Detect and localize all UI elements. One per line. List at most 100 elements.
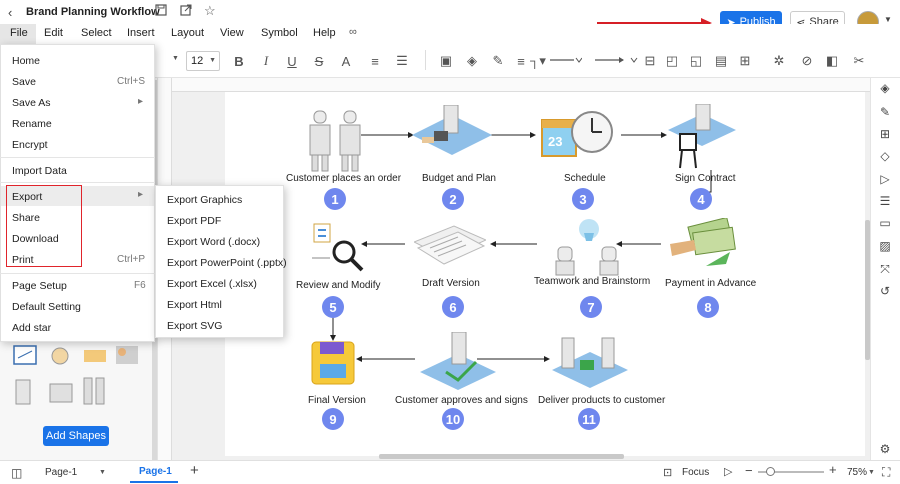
menu-divider (0, 157, 155, 158)
menu-layout[interactable]: Layout (171, 27, 204, 39)
menu-select[interactable]: Select (81, 27, 112, 39)
menu-divider (0, 182, 155, 183)
menu-edit[interactable]: Edit (44, 27, 63, 39)
play-icon[interactable]: ▷ (724, 465, 732, 478)
menu-view[interactable]: View (220, 27, 244, 39)
approval-illustration (420, 332, 496, 390)
grid-icon[interactable]: ⊞ (878, 127, 892, 141)
add-shapes-button[interactable]: Add Shapes (43, 426, 109, 446)
divider (425, 50, 426, 70)
line-color-icon[interactable]: ✎ (489, 52, 507, 70)
calendar-day: 23 (548, 134, 563, 149)
chevron-down-icon[interactable]: ▼ (172, 55, 179, 62)
group-icon[interactable]: ▤ (712, 52, 730, 70)
chevron-down-icon[interactable]: ▼ (868, 469, 875, 476)
step-label-10[interactable]: Customer approves and signs (395, 395, 528, 406)
fullscreen-icon[interactable]: ⛶ (882, 465, 890, 480)
step-label-3[interactable]: Schedule (564, 173, 606, 184)
export-word[interactable]: Export Word (.docx) (167, 236, 260, 248)
step-number-7: 7 (580, 296, 602, 318)
export-doc-icon[interactable] (180, 4, 192, 19)
underline-icon[interactable]: U (283, 52, 301, 70)
file-menu-rename[interactable]: Rename (12, 118, 52, 130)
export-graphics[interactable]: Export Graphics (167, 194, 242, 206)
file-menu-save-as[interactable]: Save As (12, 97, 51, 109)
image-icon[interactable]: ▨ (878, 239, 892, 253)
export-excel[interactable]: Export Excel (.xlsx) (167, 278, 257, 290)
bold-icon[interactable]: B (230, 52, 248, 70)
export-svg[interactable]: Export SVG (167, 320, 222, 332)
protect-icon[interactable]: ◧ (823, 52, 841, 70)
distribute-icon[interactable]: ⊞ (736, 52, 754, 70)
menu-insert[interactable]: Insert (127, 27, 155, 39)
save-shortcut: Ctrl+S (117, 76, 146, 87)
strikethrough-icon[interactable]: S (310, 52, 328, 70)
focus-icon[interactable]: ⊡ (663, 466, 672, 479)
export-html[interactable]: Export Html (167, 299, 222, 311)
step-label-1[interactable]: Customer places an order (286, 173, 401, 184)
menu-help[interactable]: Help (313, 27, 336, 39)
file-menu-home[interactable]: Home (12, 55, 40, 67)
fill-color-icon[interactable]: ◈ (463, 52, 481, 70)
document-title[interactable]: Brand Planning Workflow (26, 6, 160, 18)
line-dash-select[interactable] (548, 52, 583, 68)
chevron-down-icon[interactable]: ▼ (99, 469, 106, 476)
text-style-icon[interactable]: A (337, 52, 355, 70)
page-tab[interactable]: Page-1 (139, 466, 172, 477)
menu-file[interactable]: File (10, 27, 28, 39)
font-size-select[interactable]: 12 ▼ (186, 51, 220, 71)
export-pdf[interactable]: Export PDF (167, 215, 221, 227)
budget-plan-illustration (412, 105, 492, 155)
arrow-style-select[interactable] (593, 52, 639, 68)
style-icon[interactable]: ✎ (878, 105, 892, 119)
italic-icon[interactable]: I (257, 52, 275, 70)
binoculars-icon[interactable]: ∞ (349, 26, 357, 38)
chevron-down-icon[interactable]: ▼ (884, 15, 892, 24)
file-menu-default-setting[interactable]: Default Setting (12, 301, 81, 313)
focus-label[interactable]: Focus (682, 467, 709, 478)
star-icon[interactable]: ☆ (204, 3, 216, 19)
zoom-out-icon[interactable]: − (745, 463, 753, 478)
presentation-icon[interactable]: ▷ (878, 172, 892, 186)
zoom-level[interactable]: 75% (847, 467, 867, 478)
settings-icon[interactable]: ⚙ (878, 442, 892, 456)
step-label-9[interactable]: Final Version (308, 395, 366, 406)
text-box-icon[interactable]: ▣ (437, 52, 455, 70)
step-label-11[interactable]: Deliver products to customer (538, 395, 665, 406)
save-icon[interactable] (155, 4, 167, 19)
customer-order-illustration (309, 110, 361, 172)
file-menu-save[interactable]: Save (12, 76, 36, 88)
file-menu-page-setup[interactable]: Page Setup (12, 280, 67, 292)
menu-symbol[interactable]: Symbol (261, 27, 298, 39)
zoom-in-icon[interactable]: + (829, 462, 837, 477)
chevron-right-icon: ▸ (138, 96, 144, 107)
send-back-icon[interactable]: ◱ (687, 52, 705, 70)
page-icon[interactable]: ▭ (878, 216, 892, 230)
file-menu-encrypt[interactable]: Encrypt (12, 139, 48, 151)
file-menu-add-star[interactable]: Add star (12, 322, 51, 334)
highlight-box (6, 185, 82, 267)
lock-icon[interactable]: ⊘ (798, 52, 816, 70)
brainstorm-illustration (555, 219, 619, 276)
chevron-down-icon: ▼ (209, 57, 216, 64)
text-wrap-icon[interactable]: ≡ (366, 52, 384, 70)
title-bar: ‹ Brand Planning Workflow ☆ ➤ Publish ⋖ … (0, 0, 900, 33)
layers-icon[interactable]: ◇ (878, 149, 892, 163)
export-powerpoint[interactable]: Export PowerPoint (.pptx) (167, 257, 287, 269)
step-number-11: 11 (578, 408, 600, 430)
page-selector[interactable]: Page-1 (45, 467, 77, 478)
sign-contract-illustration (668, 104, 736, 169)
file-menu-import-data[interactable]: Import Data (12, 165, 67, 177)
tools-icon[interactable]: ✂ (850, 52, 868, 70)
zoom-slider-handle[interactable] (766, 467, 775, 476)
step-label-2[interactable]: Budget and Plan (422, 173, 496, 184)
align-icon[interactable]: ☰ (393, 52, 411, 70)
step-number-6: 6 (442, 296, 464, 318)
page-panel-icon[interactable]: ◫ (11, 466, 22, 480)
bring-front-icon[interactable]: ◰ (663, 52, 681, 70)
align-objects-icon[interactable]: ⊟ (641, 52, 659, 70)
step-label-4[interactable]: Sign Contract (675, 173, 736, 184)
back-icon[interactable]: ‹ (8, 5, 12, 20)
format-painter-icon[interactable]: ✲ (770, 52, 788, 70)
add-page-icon[interactable]: + (190, 462, 199, 479)
